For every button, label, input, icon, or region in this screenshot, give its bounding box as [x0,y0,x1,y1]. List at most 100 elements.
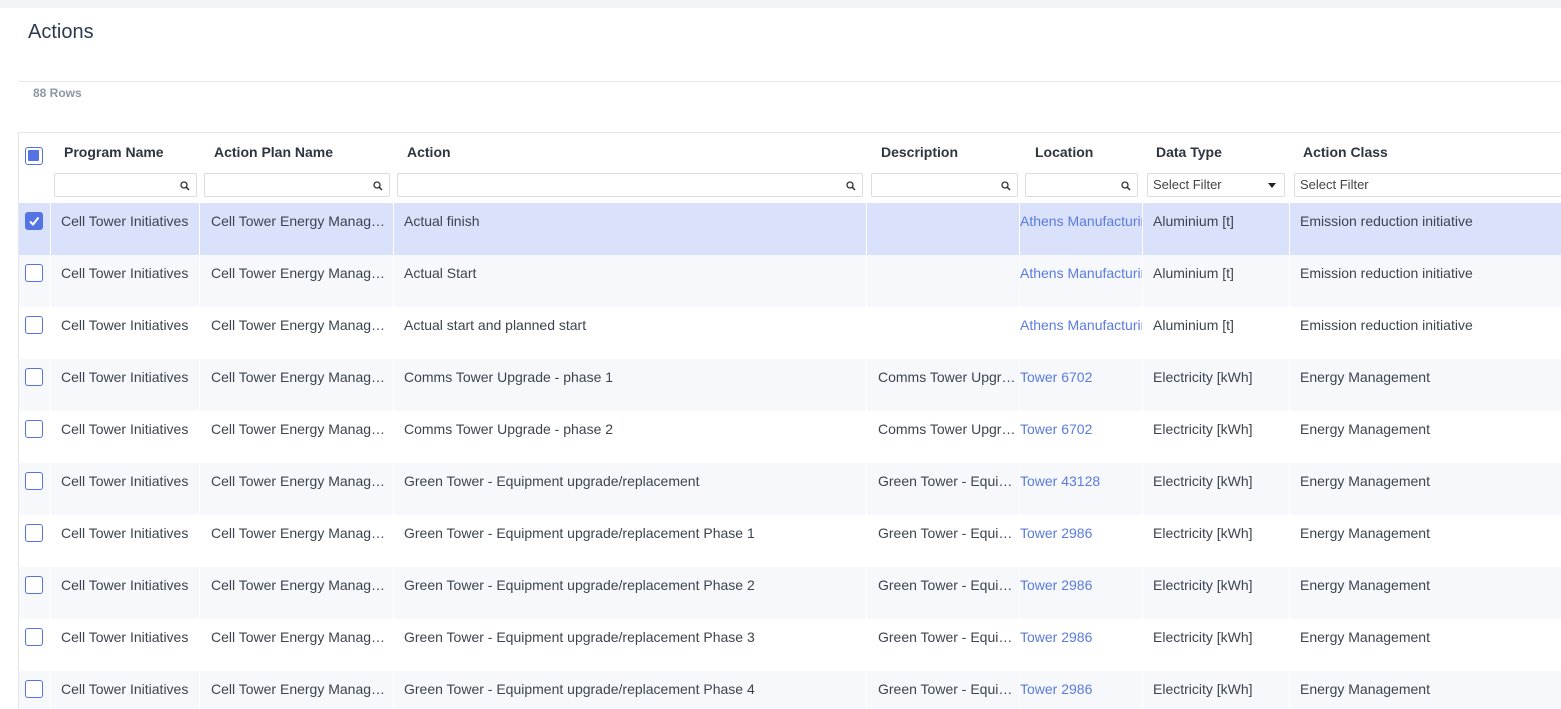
row-checkbox[interactable] [25,420,43,438]
action-class-cell: Energy Management [1300,577,1430,593]
description-cell: Green Tower - Equipment [878,577,1019,593]
description-cell: Comms Tower Upgrade [878,369,1019,385]
row-checkbox[interactable] [25,628,43,646]
action-cell: Actual finish [404,213,480,229]
page-title: Actions [28,21,94,43]
table-row[interactable]: Cell Tower Initiatives Cell Tower Energy … [19,359,1561,411]
location-link[interactable]: Tower 2986 [1020,671,1142,709]
column-separator [1142,515,1143,567]
column-separator [1142,203,1143,255]
divider [18,81,1561,82]
column-header-action[interactable]: Action [407,144,451,160]
row-checkbox[interactable] [25,212,43,230]
table-row[interactable]: Cell Tower Initiatives Cell Tower Energy … [19,203,1561,255]
data-type-cell: Electricity [kWh] [1153,421,1253,437]
description-cell: Green Tower - Equipment [878,473,1019,489]
column-separator [393,411,394,463]
row-checkbox[interactable] [25,368,43,386]
data-type-cell: Electricity [kWh] [1153,369,1253,385]
table-row[interactable]: Cell Tower Initiatives Cell Tower Energy … [19,307,1561,359]
program-name-cell: Cell Tower Initiatives [61,369,189,385]
description-cell: Green Tower - Equipment [878,629,1019,645]
row-checkbox[interactable] [25,680,43,698]
location-link[interactable]: Tower 43128 [1020,463,1142,515]
location-link[interactable]: Tower 6702 [1020,411,1142,463]
location-link[interactable]: Athens Manufacturing [1020,307,1142,359]
column-header-action-plan-name[interactable]: Action Plan Name [214,144,333,160]
column-separator [393,255,394,307]
column-separator [1142,359,1143,411]
location-link[interactable]: Athens Manufacturing [1020,203,1142,255]
program-name-cell: Cell Tower Initiatives [61,629,189,645]
action-plan-name-cell: Cell Tower Energy Management [211,473,391,489]
column-header-data-type[interactable]: Data Type [1156,144,1222,160]
table-row[interactable]: Cell Tower Initiatives Cell Tower Energy … [19,567,1561,619]
magnifier-icon [1000,179,1012,191]
action-class-cell: Emission reduction initiative [1300,317,1473,333]
action-class-cell: Emission reduction initiative [1300,213,1473,229]
column-header-program-name[interactable]: Program Name [64,144,164,160]
column-header-description[interactable]: Description [881,144,958,160]
column-separator [393,567,394,619]
location-link[interactable]: Tower 2986 [1020,567,1142,619]
action-filter-input[interactable] [397,173,863,197]
description-cell: Green Tower - Equipment [878,681,1019,697]
location-filter-input[interactable] [1025,173,1138,197]
data-type-filter-value: Select Filter [1153,177,1222,192]
action-plan-name-filter-input[interactable] [204,173,390,197]
data-type-cell: Aluminium [t] [1153,317,1234,333]
magnifier-icon [1120,179,1132,191]
column-header-location[interactable]: Location [1035,144,1093,160]
data-type-cell: Aluminium [t] [1153,265,1234,281]
table-row[interactable]: Cell Tower Initiatives Cell Tower Energy … [19,411,1561,463]
row-checkbox[interactable] [25,576,43,594]
row-checkbox[interactable] [25,264,43,282]
checkmark-icon [29,216,40,227]
column-separator [393,307,394,359]
row-checkbox[interactable] [25,316,43,334]
action-cell: Green Tower - Equipment upgrade/replacem… [404,681,755,697]
data-type-cell: Electricity [kWh] [1153,525,1253,541]
action-class-filter-select[interactable]: Select Filter [1294,173,1561,197]
description-cell [878,307,1019,359]
location-link[interactable]: Athens Manufacturing [1020,255,1142,307]
column-separator [1142,671,1143,709]
table-row[interactable]: Cell Tower Initiatives Cell Tower Energy … [19,671,1561,709]
action-cell: Green Tower - Equipment upgrade/replacem… [404,525,755,541]
table-row[interactable]: Cell Tower Initiatives Cell Tower Energy … [19,255,1561,307]
column-separator [50,619,51,671]
action-cell: Actual start and planned start [404,317,587,333]
action-cell: Green Tower - Equipment upgrade/replacem… [404,629,755,645]
action-class-cell: Energy Management [1300,421,1430,437]
location-link[interactable]: Tower 2986 [1020,619,1142,671]
data-type-cell: Electricity [kWh] [1153,629,1253,645]
column-separator [393,619,394,671]
description-cell [878,203,1019,255]
action-plan-name-cell: Cell Tower Energy Management [211,213,391,229]
description-filter-input[interactable] [871,173,1018,197]
action-plan-name-cell: Cell Tower Energy Management [211,421,391,437]
program-name-filter-input[interactable] [54,173,197,197]
row-checkbox[interactable] [25,524,43,542]
top-bar [0,0,1561,8]
action-plan-name-cell: Cell Tower Energy Management [211,369,391,385]
action-cell: Green Tower - Equipment upgrade/replacem… [404,577,755,593]
select-all-checkbox[interactable] [25,147,43,165]
action-cell: Green Tower - Equipment upgrade/replacem… [404,473,700,489]
row-count: 88 Rows [33,86,82,100]
table-row[interactable]: Cell Tower Initiatives Cell Tower Energy … [19,463,1561,515]
data-type-filter-select[interactable]: Select Filter [1147,173,1285,197]
column-separator [393,463,394,515]
table-row[interactable]: Cell Tower Initiatives Cell Tower Energy … [19,619,1561,671]
table-row[interactable]: Cell Tower Initiatives Cell Tower Energy … [19,515,1561,567]
program-name-cell: Cell Tower Initiatives [61,213,189,229]
data-type-cell: Electricity [kWh] [1153,681,1253,697]
location-link[interactable]: Tower 2986 [1020,515,1142,567]
location-link[interactable]: Tower 6702 [1020,359,1142,411]
program-name-cell: Cell Tower Initiatives [61,317,189,333]
column-separator [1142,307,1143,359]
column-header-action-class[interactable]: Action Class [1303,144,1388,160]
action-plan-name-cell: Cell Tower Energy Management [211,577,391,593]
row-checkbox[interactable] [25,472,43,490]
column-separator [393,203,394,255]
